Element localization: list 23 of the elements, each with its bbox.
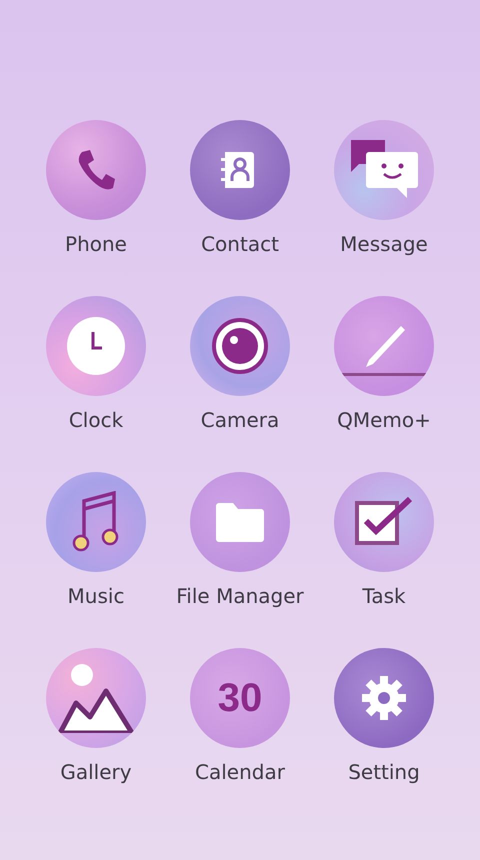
folder-icon bbox=[216, 502, 264, 542]
clock-icon bbox=[66, 316, 126, 376]
app-label: File Manager bbox=[176, 584, 304, 608]
app-label: Gallery bbox=[60, 760, 132, 784]
app-label: Calendar bbox=[195, 760, 285, 784]
app-icon-button[interactable]: 30 bbox=[190, 648, 290, 748]
app-label: QMemo+ bbox=[337, 408, 431, 432]
music-note-icon bbox=[72, 491, 120, 553]
app-label: Clock bbox=[68, 408, 124, 432]
app-label: Music bbox=[68, 584, 124, 608]
calendar-date: 30 bbox=[218, 676, 262, 720]
app-label: Task bbox=[362, 584, 406, 608]
app-label: Message bbox=[340, 232, 428, 256]
phone-icon bbox=[76, 148, 116, 192]
camera-lens-icon bbox=[211, 317, 269, 375]
mountain-picture-icon bbox=[56, 663, 136, 733]
app-label: Camera bbox=[200, 408, 280, 432]
app-label: Phone bbox=[65, 232, 127, 256]
pen-icon bbox=[341, 324, 427, 378]
app-label: Setting bbox=[348, 760, 420, 784]
app-label: Contact bbox=[201, 232, 279, 256]
checkbox-icon bbox=[354, 497, 414, 547]
settings-icon bbox=[362, 676, 406, 720]
